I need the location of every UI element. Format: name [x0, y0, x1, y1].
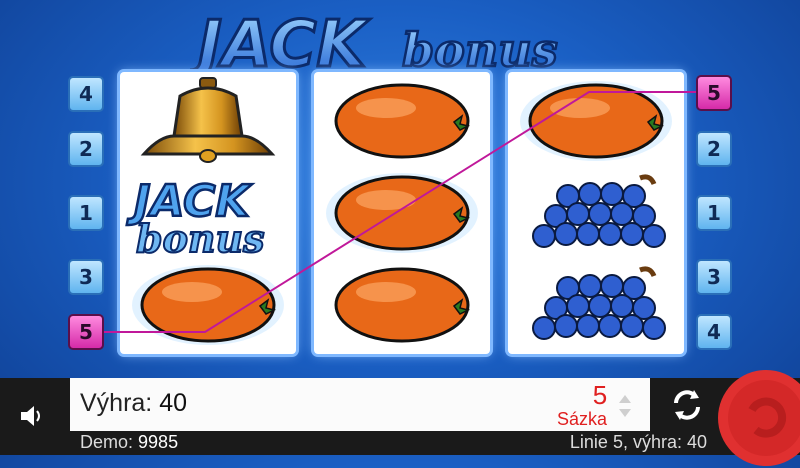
reel-2 [314, 72, 490, 354]
orange-icon [508, 74, 684, 168]
line-number-right-1-active[interactable]: 5 [696, 75, 732, 111]
spin-button[interactable] [716, 368, 800, 468]
line-number-right-2[interactable]: 2 [696, 131, 732, 167]
reel-3 [508, 72, 684, 354]
orange-icon [314, 166, 490, 260]
jackbonus-logo: JACK bonus [120, 168, 296, 262]
reel-1: JACK bonus [120, 72, 296, 354]
jackbonus-logo-sub: bonus [136, 216, 265, 261]
line-number-left-1[interactable]: 4 [68, 76, 104, 112]
line-number-left-3[interactable]: 1 [68, 195, 104, 231]
stake-stepper-icon[interactable] [617, 391, 633, 421]
line-number-left-5-active[interactable]: 5 [68, 314, 104, 350]
win-display: Výhra: 40 [80, 389, 187, 418]
stake-value: 5 [592, 380, 608, 410]
line-number-left-2[interactable]: 2 [68, 131, 104, 167]
sound-icon[interactable] [18, 402, 46, 430]
line-number-right-4[interactable]: 3 [696, 259, 732, 295]
line-win-info: Linie 5, výhra: 40 [569, 432, 707, 452]
autoplay-refresh-icon[interactable] [668, 386, 706, 424]
demo-label: Demo: [80, 432, 134, 452]
win-label: Výhra: [80, 389, 153, 417]
jackbonus-title-logo: JACK bonus [190, 7, 559, 75]
grapes-icon [508, 258, 684, 352]
demo-value: 9985 [138, 432, 179, 452]
logo-title-sub: bonus [402, 23, 558, 74]
line-number-right-5[interactable]: 4 [696, 314, 732, 350]
logo-title-main: JACK [190, 8, 370, 74]
orange-icon [314, 258, 490, 352]
win-value: 40 [159, 389, 188, 417]
orange-icon [120, 258, 296, 352]
line-number-right-3[interactable]: 1 [696, 195, 732, 231]
orange-icon [314, 74, 490, 168]
grapes-icon [508, 166, 684, 260]
stake-label: Sázka [557, 409, 608, 429]
bell-icon [120, 74, 296, 168]
demo-credit: Demo: 9985 [80, 432, 178, 453]
line-number-left-4[interactable]: 3 [68, 259, 104, 295]
